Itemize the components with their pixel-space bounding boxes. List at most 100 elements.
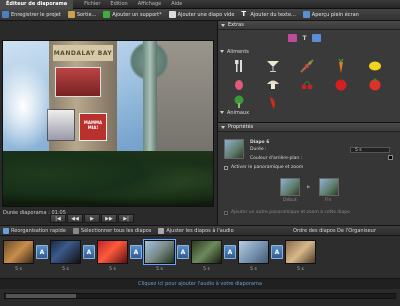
save-project-label: Enregistrer le projet — [11, 11, 61, 18]
prev-slide-button[interactable]: ◀◀ — [67, 214, 83, 223]
menu-file[interactable]: Fichier — [79, 0, 105, 9]
slide-thumbnail — [238, 240, 269, 264]
cherries-icon[interactable] — [294, 75, 320, 93]
storyboard-slide[interactable]: 5 s — [284, 240, 317, 275]
storyboard: 5 s A 5 s A 5 s A 5 s A 5 s A 5 s A 5 s — [0, 236, 400, 278]
storyboard-slide[interactable]: 5 s — [96, 240, 129, 275]
storyboard-slide-selected[interactable]: 5 s — [143, 239, 176, 275]
add-media-button[interactable]: Ajouter un support* — [103, 11, 162, 18]
extras-tabs: T — [288, 34, 324, 42]
fork-knife-icon[interactable] — [226, 57, 252, 75]
pan-zoom-arrow: ▶ — [307, 185, 311, 190]
add-audio-hint[interactable]: Cliquez ici pour ajouter l'audio à votre… — [0, 278, 400, 289]
bg-color-swatch[interactable] — [388, 155, 393, 160]
tomato-icon[interactable] — [362, 75, 388, 93]
scroll-thumb[interactable] — [6, 294, 76, 298]
narration-tab-icon[interactable] — [312, 34, 321, 42]
slide-preview[interactable]: MANDALAY BAY MAMMA MIA! — [2, 40, 214, 207]
duration-label: Durée : — [250, 147, 267, 152]
right-panel: Extras T Aliments Animaux Propriétés Dia… — [217, 21, 400, 225]
menu-edit[interactable]: Edition — [105, 0, 132, 9]
extras-title: Extras — [228, 22, 244, 28]
preview-billboard-text: MAMMA MIA! — [79, 113, 107, 141]
slide-properties-thumbnail — [224, 139, 244, 159]
menu-help[interactable]: Aide — [166, 0, 187, 9]
output-button[interactable]: Sortie... — [67, 11, 96, 18]
storyboard-slide[interactable]: 5 s — [2, 240, 35, 275]
transition-icon[interactable]: A — [271, 245, 283, 259]
storyboard-scrollbar[interactable] — [0, 289, 400, 306]
graphics-tab-icon[interactable] — [288, 34, 297, 42]
pan-zoom-start-box[interactable] — [280, 178, 300, 196]
collapse-icon — [220, 50, 224, 53]
slide-duration: 5 s — [297, 267, 304, 272]
text-tab-icon[interactable]: T — [300, 34, 309, 42]
category-food-label: Aliments — [227, 48, 249, 55]
storyboard-slide[interactable]: 5 s — [237, 240, 270, 275]
slide-duration: 5 s — [203, 267, 210, 272]
lemon-icon[interactable] — [362, 57, 388, 75]
pan-zoom-label: Activer le panoramique et zoom — [231, 165, 304, 170]
last-slide-button[interactable]: ▶| — [118, 214, 134, 223]
pan-zoom-start-label: Début — [283, 198, 297, 203]
next-slide-button[interactable]: ▶▶ — [101, 214, 117, 223]
slide-duration: 5 s — [250, 267, 257, 272]
cocktail-icon[interactable] — [260, 57, 286, 75]
slide-duration: 5 s — [15, 267, 22, 272]
add-pan-zoom-checkbox[interactable] — [224, 211, 228, 215]
properties-panel: Propriétés Diapo 6 Durée : 5 s Couleur d… — [218, 122, 400, 225]
transition-icon[interactable]: A — [177, 245, 189, 259]
transition-icon[interactable]: A — [83, 245, 95, 259]
select-all-label: Sélectionner tous les diapos — [80, 227, 152, 234]
quick-reorder-button[interactable]: Réorganisation rapide — [3, 227, 66, 234]
carrot-icon[interactable] — [328, 57, 354, 75]
play-button[interactable]: ▶ — [84, 214, 100, 223]
slide-duration: 5 s — [156, 267, 163, 272]
playback-controls: |◀ ◀◀ ▶ ▶▶ ▶| — [50, 214, 135, 224]
pan-zoom-checkbox[interactable] — [224, 166, 228, 170]
slide-duration: 5 s — [62, 267, 69, 272]
transition-icon[interactable]: A — [130, 245, 142, 259]
fit-to-audio-button[interactable]: Ajuster les diapos à l'audio — [158, 227, 234, 234]
title-bar: Éditeur de diaporama Fichier Edition Aff… — [0, 0, 400, 9]
first-slide-button[interactable]: |◀ — [50, 214, 66, 223]
properties-header[interactable]: Propriétés — [218, 123, 400, 132]
category-food[interactable]: Aliments — [220, 48, 398, 55]
text-icon: T — [241, 10, 247, 18]
storyboard-slide[interactable]: 5 s — [49, 240, 82, 275]
category-animals-label: Animaux — [227, 109, 250, 116]
slide-thumbnail — [50, 240, 81, 264]
save-project-button[interactable]: Enregistrer le projet — [2, 11, 61, 18]
transition-icon[interactable]: A — [36, 245, 48, 259]
play-icon: ▶ — [90, 215, 94, 222]
add-plus-icon — [103, 11, 111, 18]
storyboard-slide[interactable]: 5 s — [190, 240, 223, 275]
transition-icon[interactable]: A — [224, 245, 236, 259]
add-text-button[interactable]: T Ajouter du texte... — [241, 11, 295, 18]
add-blank-slide-label: Ajouter une diapo vide — [177, 11, 235, 18]
select-all-icon — [72, 227, 79, 234]
skip-forward-icon: ▶| — [123, 215, 129, 222]
category-animals[interactable]: Animaux — [220, 109, 398, 116]
duration-value: 5 s — [355, 148, 362, 153]
collapse-icon — [220, 111, 224, 114]
reorder-icon — [3, 227, 9, 234]
add-blank-slide-button[interactable]: Ajouter une diapo vide — [168, 11, 235, 18]
skewer-icon[interactable] — [294, 57, 320, 75]
storyboard-options-bar: Réorganisation rapide Sélectionner tous … — [0, 225, 400, 236]
radish-icon[interactable] — [226, 75, 252, 93]
extras-header[interactable]: Extras — [218, 21, 400, 30]
menu-view[interactable]: Affichage — [133, 0, 167, 9]
duration-input[interactable]: 5 s — [350, 147, 390, 153]
apple-icon[interactable] — [328, 75, 354, 93]
mushroom-icon[interactable] — [260, 75, 286, 93]
save-icon — [2, 11, 9, 18]
slide-duration: 5 s — [109, 267, 116, 272]
select-all-slides-button[interactable]: Sélectionner tous les diapos — [72, 227, 152, 234]
app-title: Éditeur de diaporama — [0, 0, 74, 9]
pan-zoom-end-box[interactable] — [319, 178, 339, 196]
pan-zoom-end-label: Fin — [325, 198, 332, 203]
fullscreen-preview-button[interactable]: Aperçu plein écran — [302, 11, 359, 18]
audio-icon — [158, 227, 165, 234]
next-icon: ▶▶ — [105, 215, 113, 222]
